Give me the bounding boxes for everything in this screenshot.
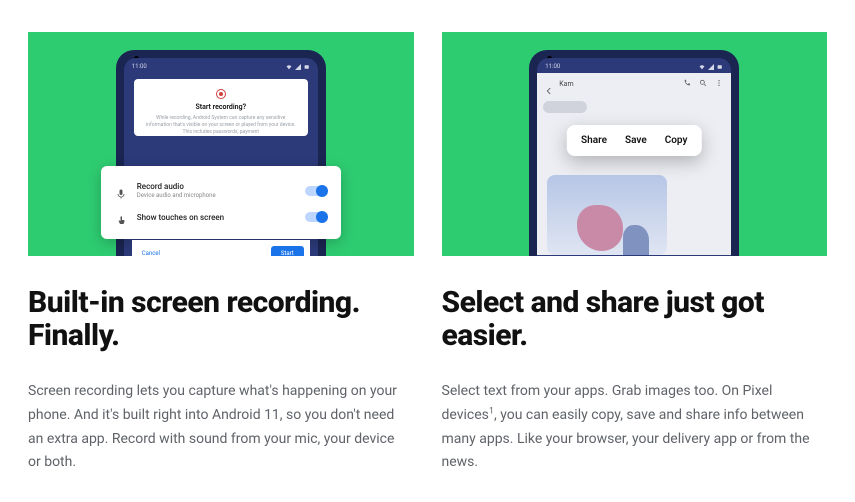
phone-mockup: 11:00 [529,50,739,256]
back-arrow-icon[interactable] [545,80,553,88]
show-touches-toggle[interactable] [305,212,327,222]
microphone-icon [115,185,127,197]
feature-description: Screen recording lets you capture what's… [28,380,408,475]
feature-title: Built-in screen recording. Finally. [28,286,414,352]
context-menu-copy[interactable]: Copy [665,135,688,146]
phone-call-icon[interactable] [683,79,691,89]
wifi-icon [699,64,705,70]
status-time: 11:00 [132,63,147,70]
photo-subject [623,225,649,255]
show-touches-label: Show touches on screen [137,213,295,222]
record-audio-toggle[interactable] [305,186,327,196]
battery-icon [304,64,310,70]
signal-icon [295,64,301,70]
search-icon[interactable] [699,79,707,89]
image-message[interactable] [547,175,667,255]
context-menu: Share Save Copy [567,125,701,156]
feature-card-screen-recording: 11:00 [28,32,414,475]
recording-options-card: Record audio Device audio and microphone… [101,166,341,239]
cancel-button[interactable]: Cancel [142,250,160,256]
show-touches-row[interactable]: Show touches on screen [115,205,327,229]
message-bubble [543,101,587,113]
start-button[interactable]: Start [271,246,304,256]
chat-body: Share Save Copy [537,95,731,255]
signal-icon [708,64,714,70]
phone-mockup: 11:00 [116,50,326,256]
photo-subject [577,205,623,251]
hero-image-screen-recording: 11:00 [28,32,414,256]
phone-status-bar: 11:00 [537,58,731,73]
dialog-title: Start recording? [144,103,298,111]
more-menu-icon[interactable] [715,79,723,89]
record-audio-label: Record audio [137,182,295,191]
feature-description: Select text from your apps. Grab images … [442,380,822,475]
touch-icon [115,211,127,223]
hero-image-select-share: 11:00 [442,32,828,256]
chat-contact-name: Kam [559,80,677,88]
context-menu-save[interactable]: Save [625,135,647,146]
chat-header: Kam [537,73,731,95]
dialog-actions: Cancel Start [132,240,310,256]
record-icon [216,89,226,99]
status-time: 11:00 [545,63,560,70]
record-audio-sublabel: Device audio and microphone [137,192,295,199]
phone-status-bar: 11:00 [124,58,318,73]
feature-title: Select and share just got easier. [442,286,828,352]
recording-dialog: Start recording? While recording, Androi… [134,79,308,136]
context-menu-share[interactable]: Share [581,135,607,146]
dialog-body: While recording, Android System can capt… [144,115,298,136]
feature-card-select-share: 11:00 [442,32,828,475]
battery-icon [717,64,723,70]
wifi-icon [286,64,292,70]
record-audio-row[interactable]: Record audio Device audio and microphone [115,176,327,205]
